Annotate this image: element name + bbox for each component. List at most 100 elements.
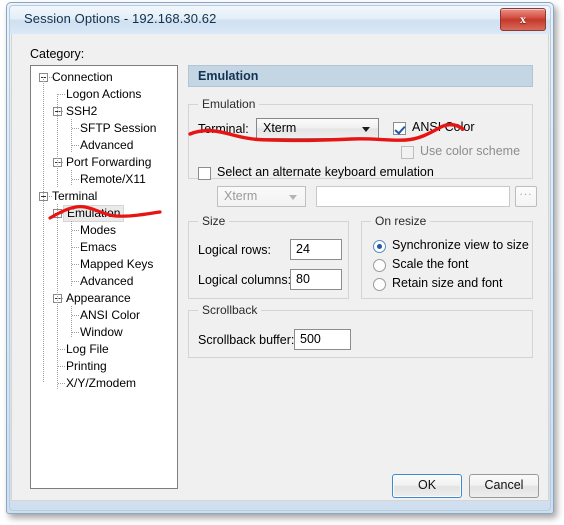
- scrollback-buffer-label: Scrollback buffer:: [198, 333, 295, 347]
- pane-header: Emulation: [188, 65, 533, 87]
- alt-keyboard-label: Select an alternate keyboard emulation: [217, 165, 434, 179]
- category-tree-panel[interactable]: Connection Logon Actions SSH2 SFTP Session A…: [30, 65, 178, 489]
- tree-item-window[interactable]: Window: [31, 324, 177, 341]
- radio-sync-view[interactable]: [373, 240, 386, 253]
- chevron-down-icon-disabled: [289, 195, 297, 200]
- tree-item-label: Mapped Keys: [80, 257, 154, 271]
- cancel-button-label: Cancel: [484, 478, 524, 492]
- alt-keyboard-path-input[interactable]: [316, 186, 510, 207]
- close-icon: x: [520, 12, 526, 26]
- tree-connector-line: [58, 162, 64, 163]
- category-tree[interactable]: Connection Logon Actions SSH2 SFTP Session A…: [31, 69, 177, 392]
- tree-item-label: Connection: [52, 70, 113, 84]
- tree-item-emulation[interactable]: Emulation: [31, 205, 177, 222]
- pane-title: Emulation: [198, 69, 259, 83]
- tree-connector-line: [72, 264, 80, 265]
- tree-item-label: SSH2: [66, 104, 98, 118]
- alt-keyboard-combobox-value: Xterm: [224, 189, 258, 203]
- category-label: Category:: [30, 47, 85, 61]
- screen-root: Session Options - 192.168.30.62 x Catego…: [0, 0, 564, 525]
- tree-connector-line: [58, 298, 64, 299]
- tree-item-port-forwarding[interactable]: Port Forwarding: [31, 154, 177, 171]
- tree-connector-line: [58, 349, 66, 350]
- tree-item-label: Log File: [66, 342, 109, 356]
- scrollback-buffer-value: 500: [300, 332, 321, 346]
- tree-item-label: X/Y/Zmodem: [66, 376, 137, 390]
- tree-connector-line: [72, 145, 80, 146]
- tree-item-label: Printing: [66, 359, 107, 373]
- tree-connector-line: [71, 119, 72, 152]
- tree-item-label: Emacs: [80, 240, 117, 254]
- tree-item-advanced[interactable]: Advanced: [31, 273, 177, 290]
- tree-connector-line: [49, 196, 52, 197]
- tree-connector-line: [58, 111, 64, 112]
- ansi-color-checkbox[interactable]: [393, 122, 406, 135]
- tree-item-modes[interactable]: Modes: [31, 222, 177, 239]
- radio-label-sync-view: Synchronize view to size: [392, 238, 529, 252]
- browse-button-label: ...: [519, 184, 533, 198]
- radio-retain-size[interactable]: [373, 278, 386, 291]
- tree-item-label: Port Forwarding: [66, 155, 152, 169]
- tree-item-printing[interactable]: Printing: [31, 358, 177, 375]
- use-color-scheme-checkbox[interactable]: [401, 146, 414, 159]
- tree-item-label: Terminal: [52, 189, 98, 203]
- tree-item-ansi-color[interactable]: ANSI Color: [31, 307, 177, 324]
- on-resize-group-title: On resize: [371, 214, 431, 228]
- terminal-label: Terminal:: [198, 122, 249, 136]
- size-group-title: Size: [198, 214, 230, 228]
- browse-button[interactable]: ...: [515, 184, 537, 207]
- tree-item-mapped-keys[interactable]: Mapped Keys: [31, 256, 177, 273]
- ok-button[interactable]: OK: [392, 474, 462, 498]
- tree-item-label: Advanced: [80, 138, 134, 152]
- tree-item-label: Modes: [80, 223, 117, 237]
- tree-connector-line: [72, 179, 80, 180]
- logical-rows-input[interactable]: 24: [290, 239, 342, 260]
- tree-item-label: Window: [80, 325, 123, 339]
- title-bar: Session Options - 192.168.30.62 x: [10, 6, 550, 34]
- tree-item-advanced[interactable]: Advanced: [31, 137, 177, 154]
- tree-item-label: Remote/X11: [80, 172, 146, 186]
- scrollback-buffer-input[interactable]: 500: [294, 329, 351, 350]
- tree-item-terminal[interactable]: Terminal: [31, 188, 177, 205]
- terminal-combobox[interactable]: Xterm: [256, 118, 379, 139]
- session-options-dialog: Session Options - 192.168.30.62 x Catego…: [6, 2, 554, 514]
- tree-item-label: Appearance: [66, 291, 131, 305]
- tree-connector-line: [58, 213, 64, 214]
- radio-label-scale-font: Scale the font: [392, 257, 469, 271]
- logical-rows-label: Logical rows:: [198, 243, 271, 257]
- tree-item-label: ANSI Color: [80, 308, 141, 322]
- emulation-group-title: Emulation: [198, 97, 260, 111]
- tree-item-label: SFTP Session: [80, 121, 157, 135]
- radio-label-retain-size: Retain size and font: [392, 276, 503, 290]
- logical-rows-value: 24: [296, 242, 310, 256]
- tree-connector-line: [72, 128, 80, 129]
- alt-keyboard-combobox[interactable]: Xterm: [217, 186, 306, 207]
- logical-columns-input[interactable]: 80: [290, 269, 342, 290]
- tree-item-appearance[interactable]: Appearance: [31, 290, 177, 307]
- alt-keyboard-checkbox[interactable]: [198, 167, 211, 180]
- tree-connector-line: [58, 383, 66, 384]
- logical-columns-value: 80: [296, 272, 310, 286]
- scrollback-group-title: Scrollback: [198, 303, 262, 317]
- tree-item-connection[interactable]: Connection: [31, 69, 177, 86]
- tree-item-remote-x11[interactable]: Remote/X11: [31, 171, 177, 188]
- cancel-button[interactable]: Cancel: [469, 474, 539, 498]
- tree-connector-line: [43, 77, 44, 383]
- tree-item-label: Advanced: [80, 274, 134, 288]
- radio-scale-font[interactable]: [373, 259, 386, 272]
- tree-connector-line: [72, 281, 80, 282]
- close-button[interactable]: x: [500, 8, 546, 31]
- window-title: Session Options - 192.168.30.62: [24, 11, 217, 26]
- tree-item-logon-actions[interactable]: Logon Actions: [31, 86, 177, 103]
- ansi-color-label: ANSI Color: [412, 120, 475, 134]
- tree-connector-line: [72, 247, 80, 248]
- tree-item-emacs[interactable]: Emacs: [31, 239, 177, 256]
- dialog-client-area: Category: Connection Logon Actions SSH2 SFT…: [11, 34, 549, 501]
- tree-item-ssh2[interactable]: SSH2: [31, 103, 177, 120]
- tree-item-label: Emulation: [63, 205, 125, 222]
- tree-item-sftp-session[interactable]: SFTP Session: [31, 120, 177, 137]
- tree-item-log-file[interactable]: Log File: [31, 341, 177, 358]
- tree-connector-line: [49, 77, 52, 78]
- tree-item-x-y-zmodem[interactable]: X/Y/Zmodem: [31, 375, 177, 392]
- tree-connector-line: [58, 366, 66, 367]
